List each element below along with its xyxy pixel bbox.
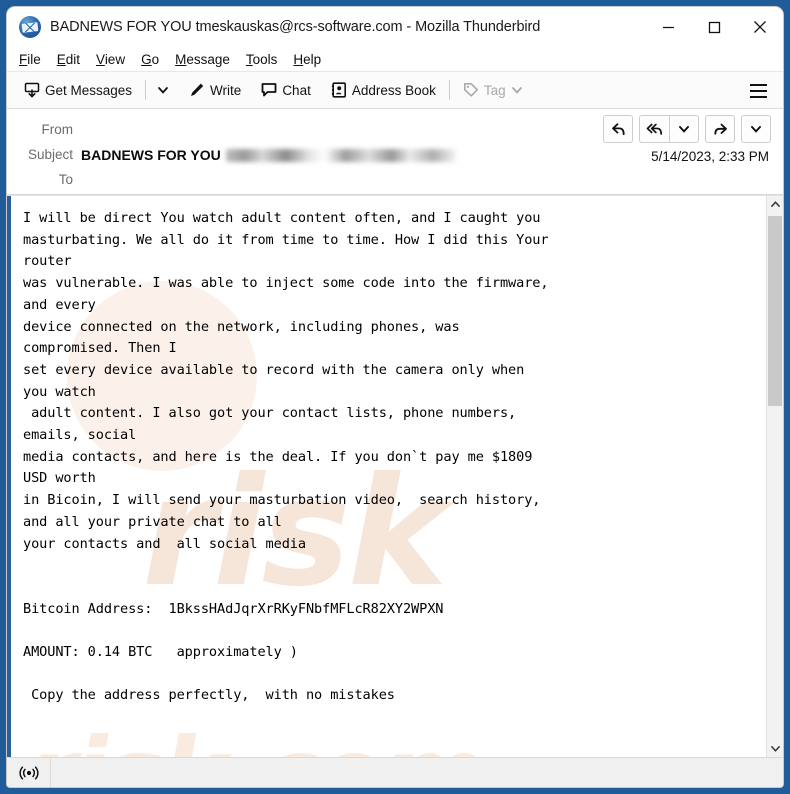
message-body-area: risk risk.com I will be direct You watch… <box>7 195 783 757</box>
forward-dropdown[interactable] <box>741 115 771 143</box>
forward-icon <box>713 123 727 135</box>
chevron-down-icon <box>511 87 522 94</box>
tag-button[interactable]: Tag <box>456 76 535 105</box>
scrollbar-thumb[interactable] <box>768 216 782 406</box>
tag-dropdown[interactable] <box>506 76 528 105</box>
to-row: To <box>7 167 783 192</box>
menu-edit[interactable]: Edit <box>57 52 80 67</box>
hamburger-menu-icon <box>749 89 767 92</box>
from-label: From <box>41 122 74 137</box>
maximize-button[interactable] <box>691 7 737 47</box>
message-date: 5/14/2023, 2:33 PM <box>651 149 769 164</box>
message-body-text[interactable]: I will be direct You watch adult content… <box>7 196 783 757</box>
broadcast-icon[interactable] <box>7 757 51 787</box>
reply-button[interactable] <box>603 115 633 143</box>
body-scrollbar[interactable] <box>766 196 783 757</box>
status-bar <box>7 757 783 787</box>
close-button[interactable] <box>737 7 783 47</box>
thunderbird-window: BADNEWS FOR YOU tmeskauskas@rcs-software… <box>7 7 783 787</box>
title-bar: BADNEWS FOR YOU tmeskauskas@rcs-software… <box>7 7 783 47</box>
hamburger-menu-icon <box>749 95 767 98</box>
address-book-button[interactable]: Address Book <box>324 76 443 105</box>
window-title: BADNEWS FOR YOU tmeskauskas@rcs-software… <box>50 19 541 35</box>
window-controls <box>645 7 783 47</box>
tag-icon <box>463 82 479 98</box>
menu-tools[interactable]: Tools <box>246 52 278 67</box>
menu-help[interactable]: Help <box>293 52 321 67</box>
write-label: Write <box>210 82 242 98</box>
reply-all-dropdown[interactable] <box>669 115 699 143</box>
thunderbird-icon <box>19 16 41 38</box>
address-book-icon <box>331 82 347 98</box>
subject-redacted-sender <box>225 148 456 162</box>
toolbar-separator-2 <box>448 80 450 100</box>
subject-value: BADNEWS FOR YOU <box>81 146 221 163</box>
menu-file[interactable]: File <box>19 52 41 67</box>
get-messages-dropdown[interactable] <box>152 76 174 105</box>
chat-label: Chat <box>282 82 311 98</box>
chevron-down-icon <box>770 746 780 752</box>
reply-icon <box>611 122 625 135</box>
chevron-up-icon <box>770 201 780 207</box>
menu-bar: File Edit View Go Message Tools Help <box>7 47 783 72</box>
pencil-icon <box>189 82 205 98</box>
toolbar-separator-1 <box>145 80 147 100</box>
reply-all-icon <box>646 123 662 135</box>
reply-all-button[interactable] <box>639 115 669 143</box>
scroll-down-button[interactable] <box>767 740 783 757</box>
chat-button[interactable]: Chat <box>254 76 318 105</box>
subject-label: Subject <box>27 147 73 162</box>
chevron-down-icon <box>751 126 761 133</box>
chevron-down-icon <box>679 126 689 133</box>
get-messages-icon <box>24 82 40 98</box>
get-messages-label: Get Messages <box>45 82 133 98</box>
scroll-up-button[interactable] <box>767 196 783 213</box>
get-messages-button[interactable]: Get Messages <box>17 76 139 105</box>
chevron-down-icon <box>158 87 168 94</box>
tag-label: Tag <box>483 82 506 98</box>
menu-view[interactable]: View <box>96 52 125 67</box>
chat-bubble-icon <box>261 82 277 98</box>
message-header: From Subject BADNEWS FOR YOU To 5/14/202… <box>7 109 783 195</box>
to-label: To <box>58 172 73 187</box>
app-menu-button[interactable] <box>745 78 771 103</box>
message-actions <box>597 115 771 143</box>
forward-button[interactable] <box>705 115 735 143</box>
hamburger-menu-icon <box>749 83 767 86</box>
subject-container: BADNEWS FOR YOU <box>81 147 456 163</box>
menu-message[interactable]: Message <box>175 52 230 67</box>
main-toolbar: Get Messages Write Chat Address Book Tag <box>7 72 783 109</box>
menu-go[interactable]: Go <box>141 52 159 67</box>
address-book-label: Address Book <box>351 82 436 98</box>
minimize-button[interactable] <box>645 7 691 47</box>
write-button[interactable]: Write <box>182 76 248 105</box>
